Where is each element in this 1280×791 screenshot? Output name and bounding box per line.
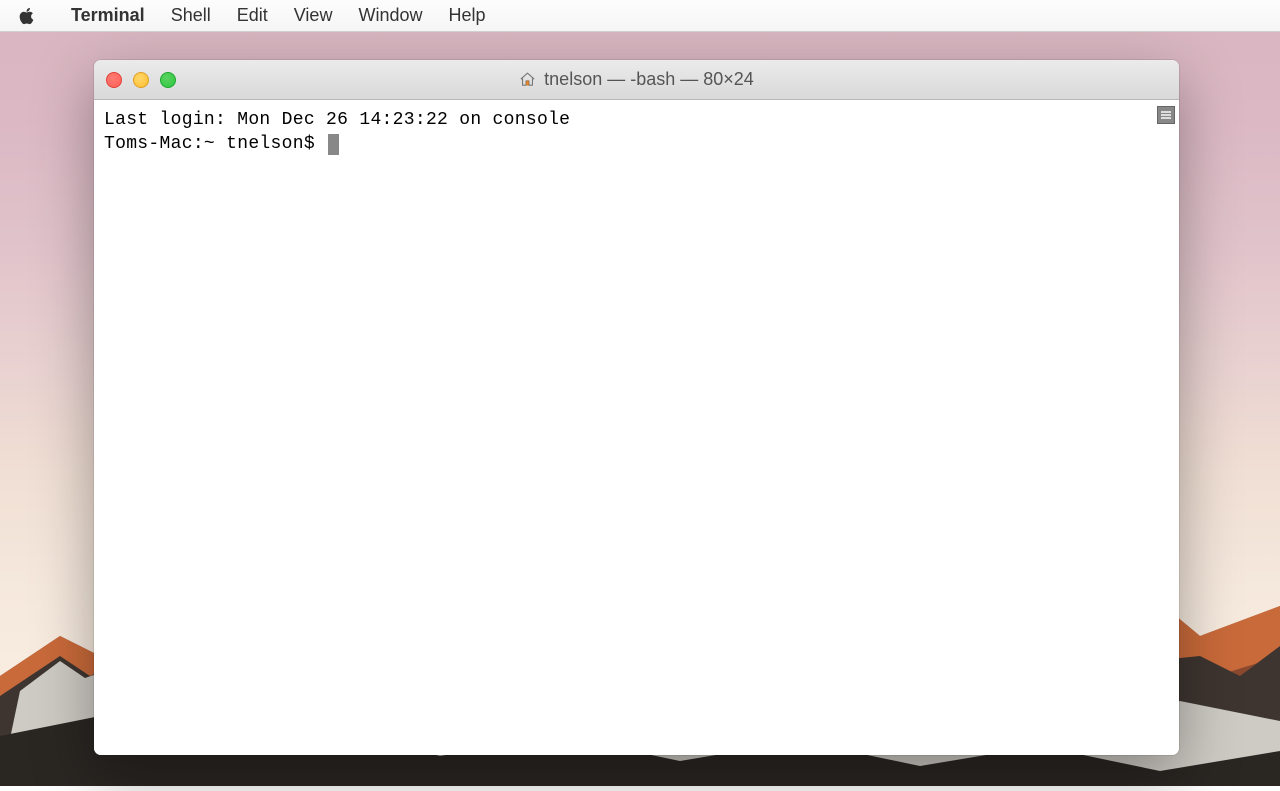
apple-menu-icon[interactable] — [18, 7, 36, 25]
zoom-button[interactable] — [160, 72, 176, 88]
window-title: tnelson — -bash — 80×24 — [94, 69, 1179, 90]
terminal-window: tnelson — -bash — 80×24 Last login: Mon … — [94, 60, 1179, 755]
home-icon — [519, 71, 536, 88]
minimize-button[interactable] — [133, 72, 149, 88]
terminal-content[interactable]: Last login: Mon Dec 26 14:23:22 on conso… — [94, 100, 1179, 755]
system-menubar: Terminal Shell Edit View Window Help — [0, 0, 1280, 32]
window-title-text: tnelson — -bash — 80×24 — [544, 69, 754, 90]
scroll-indicator-icon[interactable] — [1157, 106, 1175, 124]
menu-edit[interactable]: Edit — [224, 0, 281, 32]
window-titlebar[interactable]: tnelson — -bash — 80×24 — [94, 60, 1179, 100]
last-login-line: Last login: Mon Dec 26 14:23:22 on conso… — [104, 108, 1169, 132]
close-button[interactable] — [106, 72, 122, 88]
menu-window[interactable]: Window — [345, 0, 435, 32]
prompt-line: Toms-Mac:~ tnelson$ — [104, 132, 1169, 156]
menu-help[interactable]: Help — [435, 0, 498, 32]
terminal-cursor — [328, 134, 339, 155]
menu-shell[interactable]: Shell — [158, 0, 224, 32]
traffic-lights — [106, 72, 176, 88]
menu-view[interactable]: View — [281, 0, 346, 32]
menu-app-name[interactable]: Terminal — [58, 0, 158, 32]
prompt-text: Toms-Mac:~ tnelson$ — [104, 132, 326, 156]
